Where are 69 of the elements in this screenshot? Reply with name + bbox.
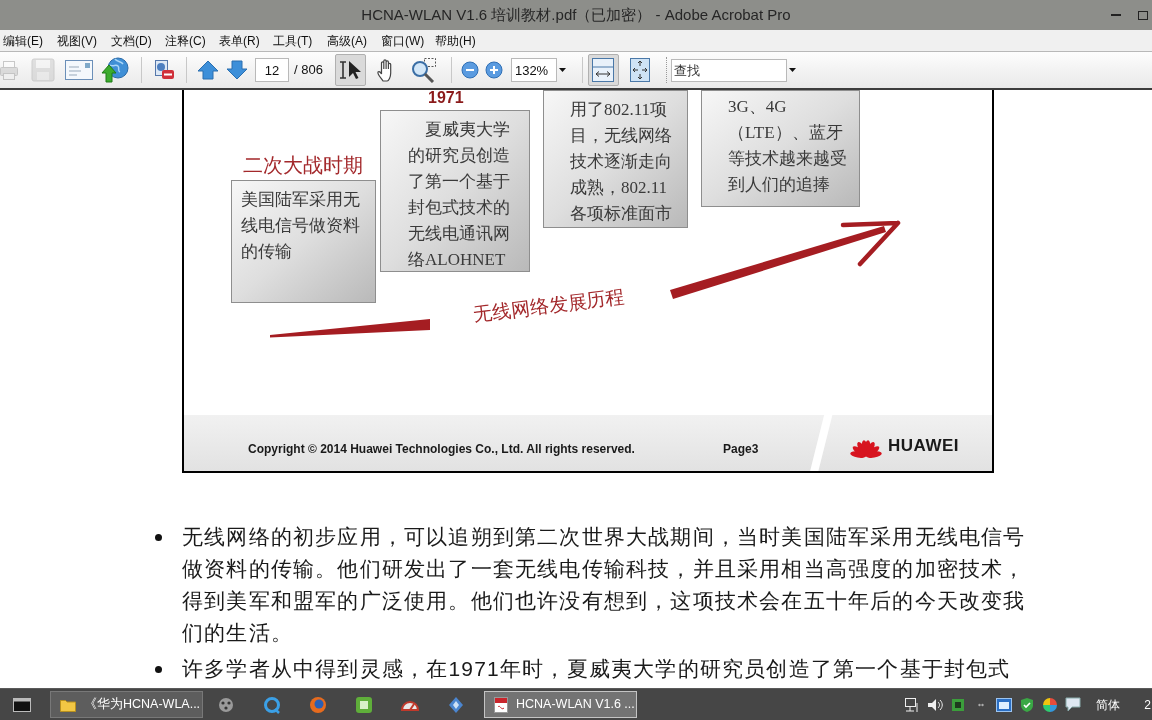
menu-item[interactable]: 帮助(H) xyxy=(435,31,489,50)
page-number-field[interactable]: 12 xyxy=(255,58,289,82)
zoom-out-icon xyxy=(460,61,479,79)
card-text: 美国陆军采用无 线电信号做资料 的传输 xyxy=(241,189,361,263)
printer-icon xyxy=(0,60,18,80)
select-tool-button[interactable] xyxy=(334,54,366,86)
page-label: Page3 xyxy=(723,441,759,457)
brand-name: HUAWEI xyxy=(888,436,959,456)
card-text: 用了802.11项 目，无线网络 技术逐渐走向 成熟，802.11 各项标准面市 xyxy=(570,99,673,225)
find-field[interactable]: 查找 xyxy=(670,58,787,82)
chat-icon xyxy=(1064,697,1081,712)
chip-icon xyxy=(949,696,966,713)
copyright-text: Copyright © 2014 Huawei Technologies Co., Ltd. All rights reserved. xyxy=(248,441,635,457)
envelope-icon xyxy=(65,60,93,80)
folder-icon xyxy=(60,697,76,712)
web-button[interactable] xyxy=(100,55,130,85)
minimize-icon xyxy=(1111,14,1121,16)
fit-page-icon xyxy=(629,57,652,83)
timeline-caption: 无线网络发展历程 xyxy=(472,284,626,328)
zoom-out-button[interactable] xyxy=(460,61,479,79)
timeline-heading: 二次大战时期 xyxy=(243,153,363,177)
dots-icon xyxy=(977,702,984,707)
menu-item[interactable]: 编辑(E) xyxy=(3,31,57,50)
window-title: HCNA-WLAN V1.6 培训教材.pdf（已加密） - Adobe Acrobat Pro xyxy=(361,4,791,25)
paragraph: 无线网络的初步应用，可以追朔到第二次世界大战期间，当时美国陆军采用无线电信号 做资料的传输。他们研发出了一套无线电传输科技，并且采用相当高强度的加密技术， 得到美军和盟军的广泛使用。他们也许没有想到，这项技术会在五十年后的今天改变我 们的生活。 xyxy=(182,524,1026,646)
ring-icon[interactable] xyxy=(263,695,281,714)
magnifier-icon xyxy=(411,57,438,83)
bullet-icon xyxy=(155,666,162,673)
bullet-icon xyxy=(155,534,162,541)
menu-item[interactable]: 窗口(W) xyxy=(381,31,435,50)
input-method-label[interactable]: 简体 xyxy=(1096,695,1121,714)
shield-icon xyxy=(1018,696,1035,713)
caret-icon xyxy=(559,68,567,72)
fit-width-icon xyxy=(591,57,616,83)
paragraph: 许多学者从中得到灵感，在1971年时，夏威夷大学的研究员创造了第一个基于封包式 xyxy=(182,656,1011,682)
taskbar-window-button[interactable]: 《华为HCNA-WLA... xyxy=(50,691,203,718)
cursor-icon xyxy=(338,59,363,81)
diamond-icon[interactable] xyxy=(448,695,464,714)
tile-icon[interactable] xyxy=(355,695,373,714)
menu-item[interactable]: 视图(V) xyxy=(57,31,111,50)
document-minus-icon xyxy=(153,59,175,81)
card-text: 夏威夷大学 的研究员创造 了第一个基于 封包式技术的 无线电通讯网 络ALOHNET xyxy=(408,119,511,271)
menu-item[interactable]: 工具(T) xyxy=(273,31,327,50)
arrow-up-icon xyxy=(197,60,219,80)
maximize-button[interactable] xyxy=(1137,8,1149,22)
arrow-down-icon xyxy=(226,60,248,80)
menu-item[interactable]: 注释(C) xyxy=(165,31,219,50)
reel-icon[interactable] xyxy=(217,696,235,713)
year-label: 1971 xyxy=(428,90,464,106)
globe-icon[interactable] xyxy=(309,695,327,714)
caret-icon xyxy=(789,68,797,72)
globe-arrow-icon xyxy=(101,57,129,83)
pdf-file-icon xyxy=(494,696,508,713)
network-icon xyxy=(903,696,920,713)
window-icon xyxy=(995,697,1012,712)
menu-item[interactable]: 高级(A) xyxy=(327,31,381,50)
fit-width-button[interactable] xyxy=(587,54,619,86)
maximize-icon xyxy=(1138,10,1148,20)
zoom-in-icon xyxy=(484,61,503,79)
menu-item[interactable]: 文档(D) xyxy=(111,31,165,50)
pinwheel-icon xyxy=(1041,696,1058,713)
taskbar-window-button[interactable]: HCNA-WLAN V1.6 ... xyxy=(484,691,637,718)
menu-item[interactable]: 表单(R) xyxy=(219,31,273,50)
zoom-field[interactable]: 132% xyxy=(510,58,557,82)
terminal-icon[interactable] xyxy=(13,697,31,712)
clock-text: 2 xyxy=(1144,696,1152,714)
zoom-in-button[interactable] xyxy=(484,61,503,79)
card-text: 3G、4G （LTE）、蓝牙 等技术越来越受 到人们的追捧 xyxy=(728,96,848,196)
page-total: / 806 xyxy=(294,61,323,80)
